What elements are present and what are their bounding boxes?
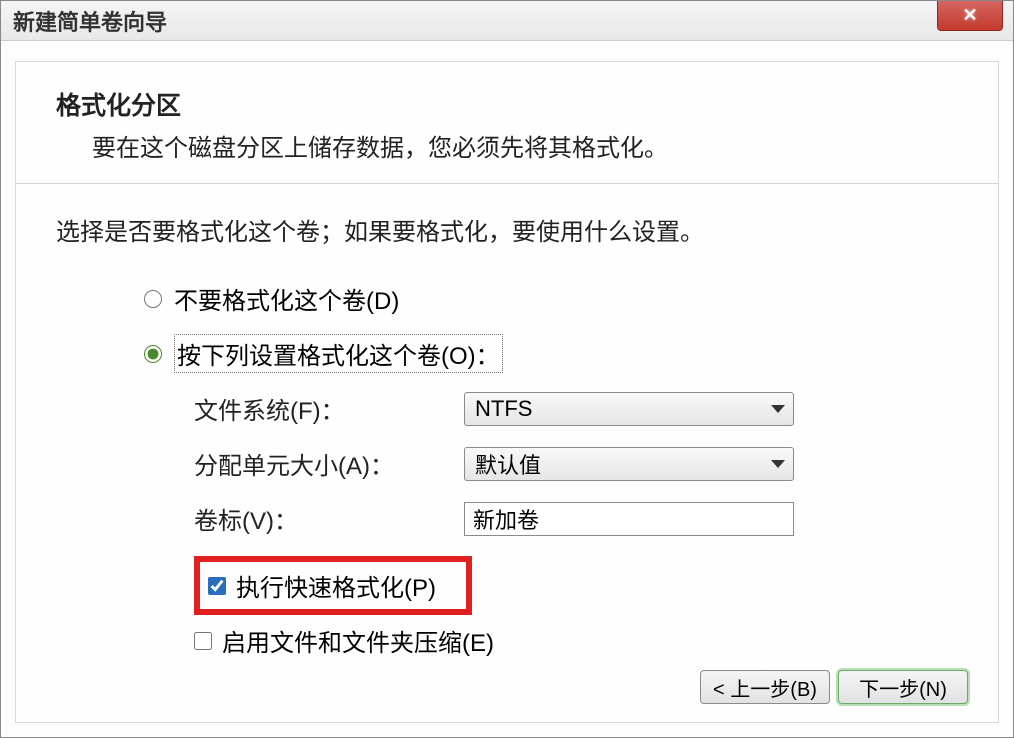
allocation-label: 分配单元大小(A)： xyxy=(194,446,464,481)
allocation-value: 默认值 xyxy=(475,448,541,480)
instruction-text: 选择是否要格式化这个卷；如果要格式化，要使用什么设置。 xyxy=(56,212,958,247)
row-filesystem: 文件系统(F)： NTFS xyxy=(194,391,958,426)
radio-do-format[interactable]: 按下列设置格式化这个卷(O)： xyxy=(144,334,958,373)
body-section: 选择是否要格式化这个卷；如果要格式化，要使用什么设置。 不要格式化这个卷(D) … xyxy=(16,184,998,698)
checkbox-compression[interactable]: 启用文件和文件夹压缩(E) xyxy=(194,619,958,662)
volume-label-input[interactable] xyxy=(464,502,794,536)
chevron-down-icon xyxy=(771,460,785,468)
checkbox-quick-format-label: 执行快速格式化(P) xyxy=(236,568,436,603)
filesystem-dropdown[interactable]: NTFS xyxy=(464,392,794,426)
radio-group: 不要格式化这个卷(D) 按下列设置格式化这个卷(O)： 文件系统(F)： NTF… xyxy=(56,281,958,662)
chevron-down-icon xyxy=(771,405,785,413)
checkbox-compression-input[interactable] xyxy=(194,632,212,650)
close-button[interactable]: ✕ xyxy=(937,1,1003,31)
volume-label-label: 卷标(V)： xyxy=(194,501,464,536)
highlight-annotation: 执行快速格式化(P) xyxy=(194,556,472,615)
back-button[interactable]: < 上一步(B) xyxy=(700,670,830,704)
radio-no-format-label: 不要格式化这个卷(D) xyxy=(174,281,399,316)
page-title: 格式化分区 xyxy=(56,86,958,122)
footer-buttons: < 上一步(B) 下一步(N) xyxy=(700,670,968,704)
radio-do-format-label: 按下列设置格式化这个卷(O)： xyxy=(174,334,503,373)
next-button[interactable]: 下一步(N) xyxy=(838,670,968,704)
format-settings: 文件系统(F)： NTFS 分配单元大小(A)： 默认值 xyxy=(144,391,958,536)
page-subtitle: 要在这个磁盘分区上储存数据，您必须先将其格式化。 xyxy=(56,128,958,163)
radio-do-format-input[interactable] xyxy=(144,345,162,363)
titlebar: 新建简单卷向导 ✕ xyxy=(1,1,1013,41)
row-allocation: 分配单元大小(A)： 默认值 xyxy=(194,446,958,481)
radio-no-format[interactable]: 不要格式化这个卷(D) xyxy=(144,281,958,316)
allocation-dropdown[interactable]: 默认值 xyxy=(464,447,794,481)
checkbox-quick-format[interactable]: 执行快速格式化(P) xyxy=(208,568,436,603)
checkbox-compression-label: 启用文件和文件夹压缩(E) xyxy=(222,623,494,658)
filesystem-value: NTFS xyxy=(475,396,532,422)
checkbox-quick-format-input[interactable] xyxy=(208,577,226,595)
wizard-window: 新建简单卷向导 ✕ 格式化分区 要在这个磁盘分区上储存数据，您必须先将其格式化。… xyxy=(0,0,1014,738)
content-panel: 格式化分区 要在这个磁盘分区上储存数据，您必须先将其格式化。 选择是否要格式化这… xyxy=(15,61,999,723)
window-title: 新建简单卷向导 xyxy=(13,5,167,37)
row-volume-label: 卷标(V)： xyxy=(194,501,958,536)
header-section: 格式化分区 要在这个磁盘分区上储存数据，您必须先将其格式化。 xyxy=(16,62,998,184)
close-icon: ✕ xyxy=(962,5,977,26)
radio-no-format-input[interactable] xyxy=(144,290,162,308)
filesystem-label: 文件系统(F)： xyxy=(194,391,464,426)
checkbox-group: 执行快速格式化(P) 启用文件和文件夹压缩(E) xyxy=(144,556,958,662)
